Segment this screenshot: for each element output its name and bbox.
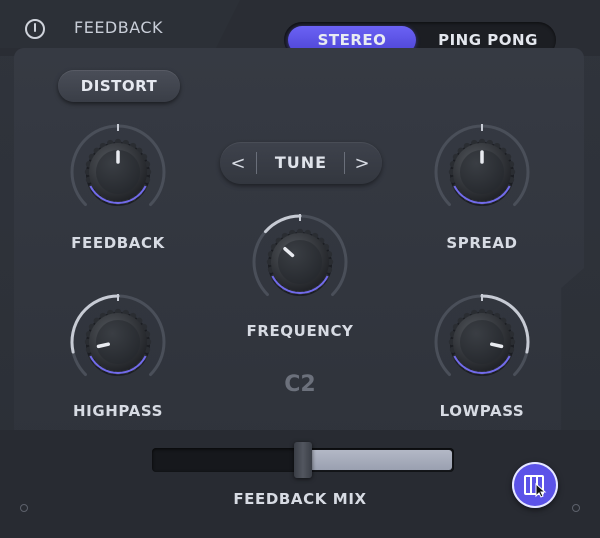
- knob-indicator: [96, 342, 110, 349]
- distort-button[interactable]: DISTORT: [58, 70, 180, 102]
- tune-divider: [344, 152, 345, 174]
- highpass-knob[interactable]: [68, 292, 168, 392]
- feedback-plugin: FEEDBACK STEREO PING PONG DISTORT < TUNE…: [0, 0, 600, 538]
- feedback-knob-label: FEEDBACK: [71, 234, 165, 252]
- spread-knob[interactable]: [432, 122, 532, 222]
- screw-decoration: [20, 504, 28, 512]
- frequency-knob-label: FREQUENCY: [246, 322, 354, 340]
- knob-indicator: [490, 342, 504, 349]
- tune-label: TUNE: [274, 153, 328, 172]
- feedback-knob[interactable]: [68, 122, 168, 222]
- module-title: FEEDBACK: [74, 18, 164, 37]
- tune-next-button[interactable]: >: [350, 150, 374, 176]
- lowpass-knob[interactable]: [432, 292, 532, 392]
- knob-value-arc: [263, 214, 302, 234]
- feedback-mix-label: FEEDBACK MIX: [233, 490, 367, 508]
- lowpass-knob-label: LOWPASS: [439, 402, 525, 420]
- power-icon[interactable]: [24, 18, 46, 40]
- feedback-mix-slider[interactable]: [152, 442, 454, 478]
- feedback-mix-fill: [312, 450, 452, 470]
- tune-prev-button[interactable]: <: [226, 150, 250, 176]
- screw-decoration: [572, 504, 580, 512]
- piano-roll-icon[interactable]: [512, 462, 558, 508]
- feedback-mix-thumb[interactable]: [294, 442, 312, 478]
- highpass-knob-label: HIGHPASS: [73, 402, 163, 420]
- frequency-note-readout: C2: [284, 372, 316, 397]
- spread-knob-label: SPREAD: [446, 234, 518, 252]
- tune-selector: < TUNE >: [220, 142, 382, 184]
- frequency-knob[interactable]: [250, 212, 350, 312]
